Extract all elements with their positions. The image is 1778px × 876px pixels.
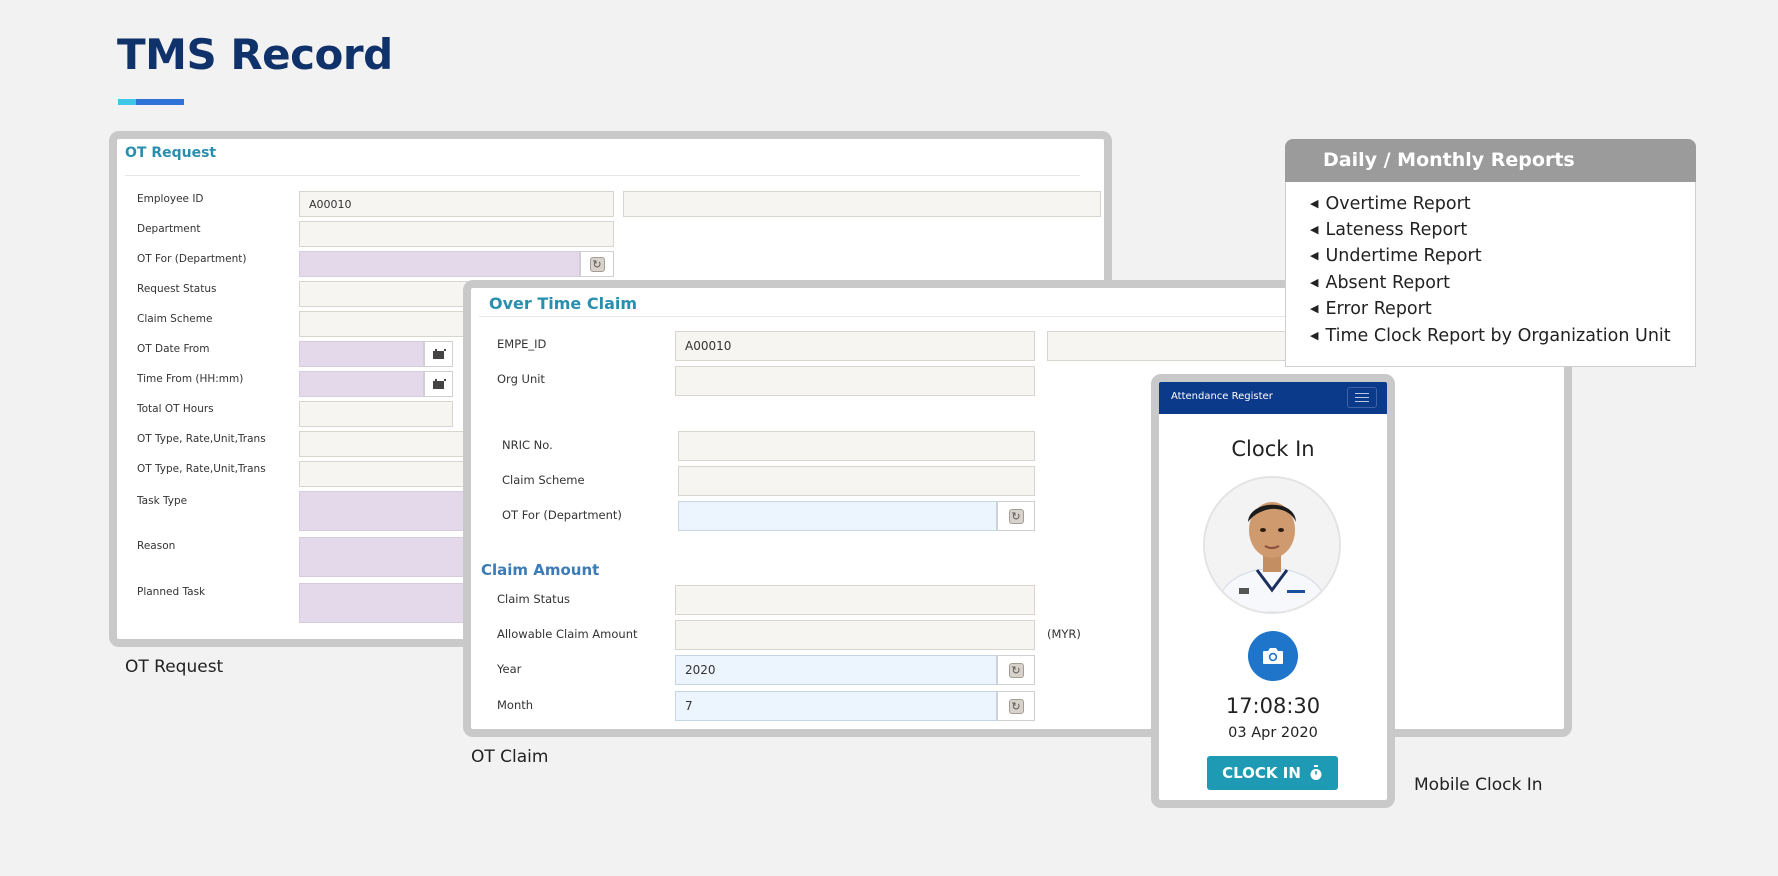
clock-in-button-label: CLOCK IN bbox=[1222, 764, 1301, 782]
claim-amount-heading: Claim Amount bbox=[481, 561, 600, 579]
refresh-icon: ↻ bbox=[589, 256, 605, 272]
ot-for-department-field[interactable] bbox=[678, 501, 997, 531]
employee-name-field[interactable] bbox=[623, 191, 1101, 217]
triangle-left-icon: ◀ bbox=[1310, 329, 1319, 342]
ot-type-label-2: OT Type, Rate,Unit,Trans bbox=[137, 463, 266, 475]
refresh-icon: ↻ bbox=[1008, 698, 1024, 714]
reason-label: Reason bbox=[137, 540, 176, 552]
mobile-header-title: Attendance Register bbox=[1171, 391, 1273, 402]
month-field[interactable]: 7 bbox=[675, 691, 997, 721]
year-field[interactable]: 2020 bbox=[675, 655, 997, 685]
request-status-label: Request Status bbox=[137, 283, 217, 295]
page-title: TMS Record bbox=[117, 30, 393, 79]
triangle-left-icon: ◀ bbox=[1310, 197, 1319, 210]
ot-for-department-field[interactable] bbox=[299, 251, 580, 277]
nric-field[interactable] bbox=[678, 431, 1035, 461]
ot-type-label: OT Type, Rate,Unit,Trans bbox=[137, 433, 266, 445]
reports-panel: Daily / Monthly Reports ◀ Overtime Report… bbox=[1285, 139, 1696, 367]
triangle-left-icon: ◀ bbox=[1310, 249, 1319, 262]
task-type-label: Task Type bbox=[137, 495, 188, 507]
calendar-icon bbox=[433, 349, 446, 359]
empe-id-field[interactable]: A00010 bbox=[675, 331, 1035, 361]
claim-scheme-field[interactable] bbox=[678, 466, 1035, 496]
report-item-overtime[interactable]: ◀ Overtime Report bbox=[1310, 194, 1471, 214]
mobile-header: Attendance Register bbox=[1159, 382, 1387, 414]
title-underline bbox=[118, 99, 184, 105]
org-unit-field[interactable] bbox=[675, 366, 1035, 396]
empe-id-label: EMPE_ID bbox=[497, 337, 547, 351]
ot-for-department-label: OT For (Department) bbox=[502, 508, 622, 522]
time-from-label: Time From (HH:mm) bbox=[137, 373, 244, 385]
report-item-absent[interactable]: ◀ Absent Report bbox=[1310, 273, 1450, 293]
claim-scheme-label: Claim Scheme bbox=[137, 313, 213, 325]
reports-header: Daily / Monthly Reports bbox=[1285, 139, 1696, 182]
report-item-lateness[interactable]: ◀ Lateness Report bbox=[1310, 220, 1467, 240]
person-photo bbox=[1205, 478, 1339, 612]
employee-id-field[interactable]: A00010 bbox=[299, 191, 614, 217]
ot-date-from-label: OT Date From bbox=[137, 343, 210, 355]
claim-status-field[interactable] bbox=[675, 585, 1035, 615]
ot-for-department-lookup-button[interactable]: ↻ bbox=[580, 251, 614, 277]
org-unit-label: Org Unit bbox=[497, 372, 545, 386]
report-item-time-clock-org-unit[interactable]: ◀ Time Clock Report by Organization Unit bbox=[1310, 326, 1671, 346]
employee-id-label: Employee ID bbox=[137, 193, 204, 205]
allowable-claim-amount-field[interactable] bbox=[675, 620, 1035, 650]
clock-in-button[interactable]: CLOCK IN bbox=[1207, 756, 1338, 790]
hamburger-icon[interactable] bbox=[1347, 387, 1377, 408]
currency-label: (MYR) bbox=[1047, 627, 1081, 641]
claim-status-label: Claim Status bbox=[497, 592, 570, 606]
mobile-clock-in-panel: Attendance Register Clock In 17:08:30 03… bbox=[1151, 374, 1395, 808]
mobile-clock-in-caption: Mobile Clock In bbox=[1414, 775, 1543, 795]
ot-request-title: OT Request bbox=[125, 145, 217, 161]
clock-date: 03 Apr 2020 bbox=[1228, 725, 1318, 741]
empe-name-field[interactable] bbox=[1047, 331, 1287, 361]
refresh-icon: ↻ bbox=[1008, 508, 1024, 524]
clock-time: 17:08:30 bbox=[1225, 694, 1321, 718]
ot-date-picker-button[interactable] bbox=[424, 341, 453, 367]
refresh-icon: ↻ bbox=[1008, 662, 1024, 678]
triangle-left-icon: ◀ bbox=[1310, 223, 1319, 236]
ot-date-from-field[interactable] bbox=[299, 341, 424, 367]
allowable-claim-amount-label: Allowable Claim Amount bbox=[497, 627, 638, 641]
divider bbox=[125, 175, 1080, 176]
report-item-error[interactable]: ◀ Error Report bbox=[1310, 299, 1432, 319]
triangle-left-icon: ◀ bbox=[1310, 302, 1319, 315]
time-from-field[interactable] bbox=[299, 371, 424, 397]
claim-scheme-label: Claim Scheme bbox=[502, 473, 585, 487]
ot-for-department-label: OT For (Department) bbox=[137, 253, 247, 265]
planned-task-label: Planned Task bbox=[137, 586, 206, 598]
ot-claim-title: Over Time Claim bbox=[489, 294, 638, 313]
month-label: Month bbox=[497, 698, 534, 712]
triangle-left-icon: ◀ bbox=[1310, 276, 1319, 289]
total-ot-hours-field[interactable] bbox=[299, 401, 453, 427]
total-ot-hours-label: Total OT Hours bbox=[137, 403, 214, 415]
department-label: Department bbox=[137, 223, 201, 235]
reports-title: Daily / Monthly Reports bbox=[1323, 149, 1575, 171]
time-picker-button[interactable] bbox=[424, 371, 453, 397]
ot-claim-caption: OT Claim bbox=[471, 747, 549, 767]
ot-request-caption: OT Request bbox=[125, 657, 224, 677]
nric-label: NRIC No. bbox=[502, 438, 553, 452]
calendar-icon bbox=[433, 379, 446, 389]
department-field[interactable] bbox=[299, 221, 614, 247]
year-label: Year bbox=[497, 662, 522, 676]
clock-in-heading: Clock In bbox=[1231, 437, 1315, 461]
year-lookup-button[interactable]: ↻ bbox=[997, 655, 1035, 685]
camera-icon bbox=[1263, 648, 1283, 664]
ot-for-department-lookup-button[interactable]: ↻ bbox=[997, 501, 1035, 531]
report-item-undertime[interactable]: ◀ Undertime Report bbox=[1310, 246, 1482, 266]
month-lookup-button[interactable]: ↻ bbox=[997, 691, 1035, 721]
stopwatch-icon bbox=[1310, 765, 1322, 780]
avatar bbox=[1203, 476, 1341, 614]
camera-button[interactable] bbox=[1248, 631, 1298, 681]
